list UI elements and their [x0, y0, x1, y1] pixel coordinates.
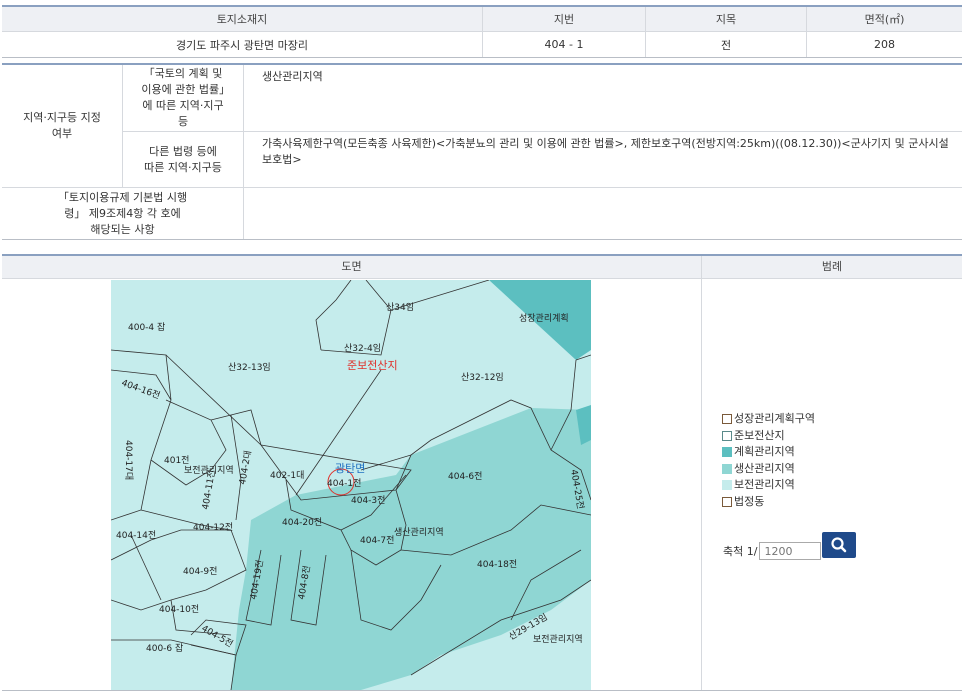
- map-label: 401전: [164, 455, 189, 466]
- map-label: 400-4 잡: [128, 321, 165, 333]
- cadastral-map[interactable]: 400-4 잡 산34임 산32-4임 준보전산지 산32-13임 산32-12…: [111, 280, 591, 690]
- legend-item: 보전관리지역: [722, 477, 815, 494]
- map-label: 생산관리지역: [394, 527, 444, 538]
- map-label: 404-1전: [327, 478, 361, 489]
- map-label: 산32-13임: [228, 361, 271, 373]
- map-label: 산32-12임: [461, 371, 504, 383]
- map-label: 400-6 잡: [146, 642, 183, 654]
- legend-item: 준보전산지: [722, 428, 815, 445]
- national-law-label: 「국토의 계획 및 이용에 관한 법률」에 따른 지역·지구등: [122, 64, 244, 132]
- map-label: 404-20전: [282, 517, 322, 528]
- header-area: 면적(㎡): [806, 6, 962, 32]
- map-label: 404-6전: [448, 471, 482, 482]
- search-icon: [831, 537, 847, 553]
- area-value: 208: [806, 31, 962, 58]
- scale-control: 축척 1/: [723, 542, 822, 560]
- legend-item: 성장관리계획구역: [722, 411, 815, 428]
- lot-value: 404 - 1: [482, 31, 646, 58]
- map-label: 404-10전: [159, 604, 199, 615]
- legend-swatch: [722, 496, 732, 507]
- map-label: 402-1대: [270, 470, 304, 481]
- decree-label: 「토지이용규제 기본법 시행령」 제9조제4항 각 호에 해당되는 사항: [2, 187, 244, 240]
- scale-input[interactable]: [759, 542, 822, 560]
- header-lot: 지번: [482, 6, 646, 32]
- legend-swatch: [722, 414, 732, 425]
- header-category: 지목: [645, 6, 807, 32]
- map-header: 도면: [2, 256, 701, 279]
- legend-item: 계획관리지역: [722, 444, 815, 461]
- legend-list: 성장관리계획구역 준보전산지 계획관리지역 생산관리지역 보전관리지역 법정동: [722, 411, 815, 510]
- map-label: 404-17대: [123, 440, 134, 480]
- other-law-value: 가축사육제한구역(모든축종 사육제한)<가축분뇨의 관리 및 이용에 관한 법률…: [243, 131, 962, 188]
- zoning-table: 지역·지구등 지정여부 「국토의 계획 및 이용에 관한 법률」에 따른 지역·…: [2, 63, 962, 240]
- search-button[interactable]: [822, 532, 856, 558]
- other-law-label: 다른 법령 등에 따른 지역·지구등: [122, 131, 244, 188]
- location-value: 경기도 파주시 광탄면 마장리: [2, 31, 483, 58]
- scale-label: 축척 1/: [723, 545, 758, 558]
- divider: [701, 256, 702, 690]
- category-value: 전: [645, 31, 807, 58]
- zoning-group-label: 지역·지구등 지정여부: [2, 64, 123, 188]
- map-label: 404-14전: [116, 530, 156, 541]
- land-info-table: 토지소재지 지번 지목 면적(㎡) 경기도 파주시 광탄면 마장리 404 - …: [2, 5, 962, 58]
- map-label: 404-7전: [360, 535, 394, 546]
- legend-swatch: [722, 430, 732, 441]
- map-section: 도면 범례 400-4 잡 산34임 산32-4임 준보전산지 산32-13임 …: [2, 254, 962, 691]
- map-label: 404-9전: [183, 566, 217, 577]
- decree-value: [243, 187, 962, 240]
- map-label: 404-3전: [351, 495, 385, 506]
- map-label: 보전관리지역: [533, 634, 583, 645]
- header-location: 토지소재지: [2, 6, 483, 32]
- map-label: 404-12전: [193, 522, 233, 533]
- map-label: 산34임: [386, 301, 414, 313]
- legend-item: 생산관리지역: [722, 461, 815, 478]
- map-label: 404-18전: [477, 559, 517, 570]
- map-label: 성장관리계획: [519, 312, 569, 324]
- map-label: 준보전산지: [347, 359, 398, 372]
- legend-header: 범례: [702, 256, 962, 279]
- legend-swatch: [722, 480, 732, 491]
- legend-item: 법정동: [722, 494, 815, 511]
- map-label: 광탄면: [335, 462, 365, 475]
- national-law-value: 생산관리지역: [243, 64, 962, 132]
- map-label: 산32-4임: [344, 342, 381, 354]
- legend-swatch: [722, 463, 732, 474]
- legend-swatch: [722, 447, 732, 458]
